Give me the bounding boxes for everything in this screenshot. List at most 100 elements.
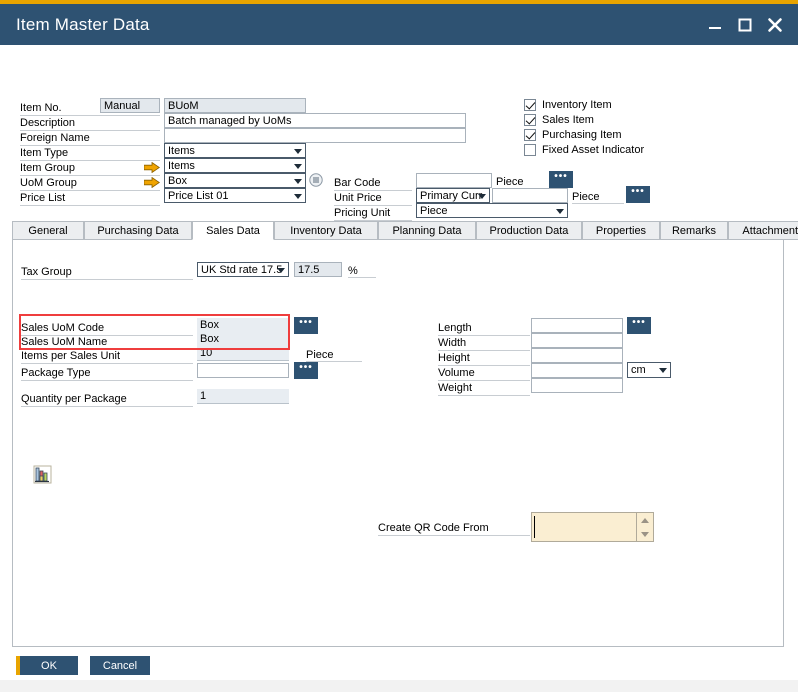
unit-price-field[interactable] <box>492 188 568 203</box>
close-button[interactable] <box>760 4 790 45</box>
package-type-field[interactable] <box>197 363 289 378</box>
chevron-down-icon <box>478 194 486 199</box>
item-group-link-arrow-icon[interactable] <box>144 162 160 173</box>
price-list-combo[interactable]: Price List 01 <box>164 188 306 203</box>
tab-planning-data[interactable]: Planning Data <box>378 221 476 240</box>
tab-properties[interactable]: Properties <box>582 221 660 240</box>
width-field[interactable] <box>531 333 623 348</box>
fixed-asset-checkbox-row[interactable]: Fixed Asset Indicator <box>524 144 644 156</box>
inventory-item-label: Inventory Item <box>542 99 612 111</box>
tax-rate-field[interactable]: 17.5 <box>294 262 342 277</box>
package-type-browse-button[interactable]: ••• <box>294 362 318 379</box>
minimize-button[interactable] <box>700 4 730 45</box>
qr-code-spinner[interactable] <box>637 512 654 542</box>
unit-price-currency-value: Primary Curr <box>420 190 482 202</box>
items-per-sales-unit-suffix: Piece <box>306 349 362 362</box>
barcode-browse-button[interactable]: ••• <box>549 171 573 188</box>
tab-sales-data[interactable]: Sales Data <box>192 221 274 240</box>
unit-price-label: Unit Price <box>334 191 412 206</box>
close-icon <box>766 16 784 34</box>
chevron-down-icon <box>556 209 564 214</box>
sales-uom-name-field[interactable]: Box <box>197 332 289 347</box>
item-no-field[interactable]: BUoM <box>164 98 306 113</box>
description-label: Description <box>20 116 160 131</box>
item-master-data-window: Item Master Data Item No. <box>0 0 798 692</box>
chevron-down-icon <box>277 268 285 273</box>
length-browse-button[interactable]: ••• <box>627 317 651 334</box>
tab-purchasing-data[interactable]: Purchasing Data <box>84 221 192 240</box>
price-list-value: Price List 01 <box>168 190 229 202</box>
item-group-label: Item Group <box>20 161 160 176</box>
chevron-down-icon <box>294 179 302 184</box>
minimize-icon <box>707 17 723 33</box>
tax-group-label: Tax Group <box>21 265 193 280</box>
pricing-unit-combo[interactable]: Piece <box>416 203 568 218</box>
tab-general[interactable]: General <box>12 221 84 240</box>
create-qr-code-from-label: Create QR Code From <box>378 521 530 536</box>
volume-unit-combo[interactable]: cm <box>627 362 671 378</box>
sales-uom-name-label: Sales UoM Name <box>21 335 193 350</box>
spinner-down-icon[interactable] <box>641 532 649 537</box>
item-group-value: Items <box>168 160 195 172</box>
unit-price-browse-button[interactable]: ••• <box>626 186 650 203</box>
inventory-item-checkbox-row[interactable]: Inventory Item <box>524 99 612 111</box>
list-icon[interactable] <box>309 173 323 187</box>
height-field[interactable] <box>531 348 623 363</box>
window-controls <box>700 4 790 45</box>
tab-attachments[interactable]: Attachments <box>728 221 798 240</box>
chevron-down-icon <box>294 194 302 199</box>
pricing-unit-label: Pricing Unit <box>334 206 412 221</box>
items-per-sales-unit-field[interactable]: 10 <box>197 346 289 361</box>
fixed-asset-checkbox[interactable] <box>524 144 536 156</box>
ellipsis-icon: ••• <box>631 189 645 195</box>
item-type-value: Items <box>168 145 195 157</box>
price-list-label: Price List <box>20 191 160 206</box>
cancel-button[interactable]: Cancel <box>90 656 150 675</box>
tab-remarks[interactable]: Remarks <box>660 221 728 240</box>
spinner-up-icon[interactable] <box>641 518 649 523</box>
volume-unit-value: cm <box>631 364 646 376</box>
purchasing-item-checkbox[interactable] <box>524 129 536 141</box>
uom-group-combo[interactable]: Box <box>164 173 306 188</box>
unit-price-currency-combo[interactable]: Primary Curr <box>416 188 490 203</box>
item-group-combo[interactable]: Items <box>164 158 306 173</box>
quantity-per-package-label: Quantity per Package <box>21 392 193 407</box>
tab-production-data[interactable]: Production Data <box>476 221 582 240</box>
bar-chart-icon[interactable] <box>33 465 53 485</box>
quantity-per-package-field[interactable]: 1 <box>197 389 289 404</box>
sales-uom-code-browse-button[interactable]: ••• <box>294 317 318 334</box>
ellipsis-icon: ••• <box>632 320 646 326</box>
weight-field[interactable] <box>531 378 623 393</box>
item-no-mode-field[interactable]: Manual <box>100 98 160 113</box>
maximize-button[interactable] <box>730 4 760 45</box>
foreign-name-label: Foreign Name <box>20 131 160 146</box>
inventory-item-checkbox[interactable] <box>524 99 536 111</box>
tax-group-combo[interactable]: UK Std rate 17.5 <box>197 262 289 277</box>
sales-uom-code-field[interactable]: Box <box>197 318 289 333</box>
sales-item-checkbox-row[interactable]: Sales Item <box>524 114 594 126</box>
ellipsis-icon: ••• <box>299 365 313 371</box>
chevron-down-icon <box>294 149 302 154</box>
ok-button[interactable]: OK <box>20 656 78 675</box>
window-body: Item No. Manual BUoM Description Batch m… <box>0 45 798 692</box>
purchasing-item-checkbox-row[interactable]: Purchasing Item <box>524 129 621 141</box>
ellipsis-icon: ••• <box>554 174 568 180</box>
volume-field[interactable] <box>531 363 623 378</box>
width-label: Width <box>438 336 530 351</box>
sales-item-checkbox[interactable] <box>524 114 536 126</box>
uom-group-value: Box <box>168 175 187 187</box>
item-type-combo[interactable]: Items <box>164 143 306 158</box>
foreign-name-field[interactable] <box>164 128 466 143</box>
bottom-window-edge <box>0 680 798 692</box>
tab-inventory-data[interactable]: Inventory Data <box>274 221 378 240</box>
uom-group-link-arrow-icon[interactable] <box>144 177 160 188</box>
fixed-asset-label: Fixed Asset Indicator <box>542 144 644 156</box>
barcode-field[interactable] <box>416 173 492 188</box>
create-qr-code-from-field[interactable] <box>531 512 637 542</box>
description-field[interactable]: Batch managed by UoMs <box>164 113 466 128</box>
title-bar: Item Master Data <box>0 4 798 45</box>
weight-label: Weight <box>438 381 530 396</box>
length-field[interactable] <box>531 318 623 333</box>
chevron-down-icon <box>294 164 302 169</box>
volume-label: Volume <box>438 366 530 381</box>
